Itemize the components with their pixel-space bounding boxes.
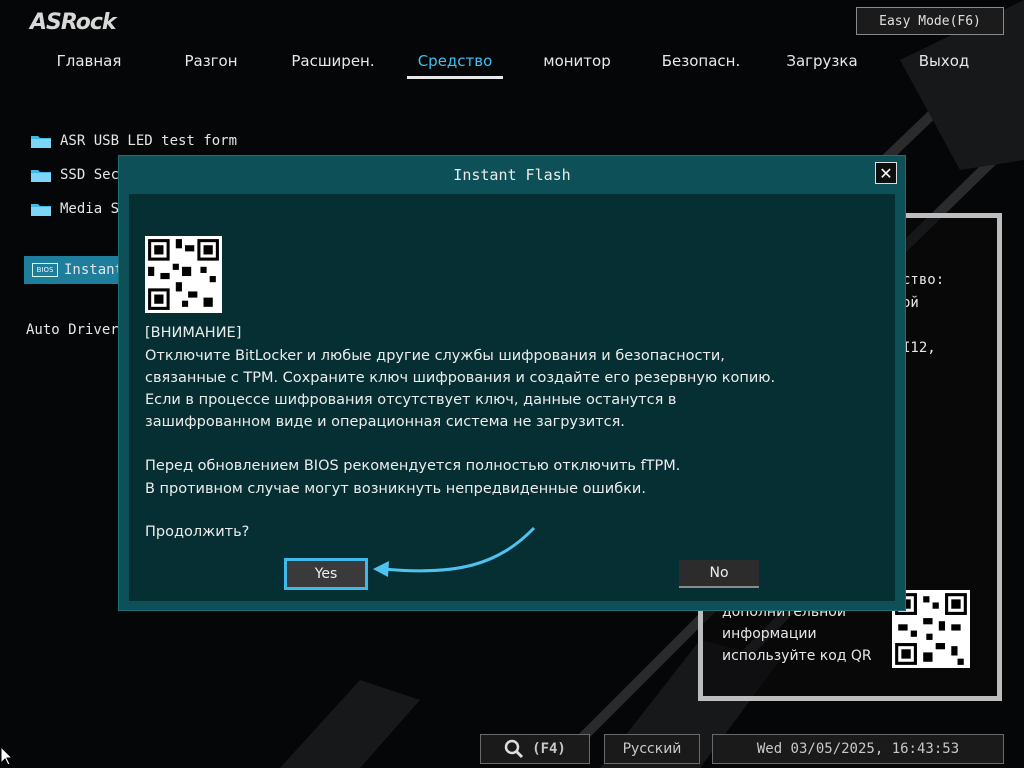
continue-question: Продолжить? [145,524,250,540]
ftpm-line: В противном случае могут возникнуть непр… [145,481,646,497]
menu-item-label: ASR USB LED test form [60,133,238,149]
folder-icon [31,136,51,148]
tab-security[interactable]: Безопасн. [662,52,741,70]
menu-item-media-sanitization[interactable]: Media S [30,197,119,221]
dialog-body: [ВНИМАНИЕ] Отключите BitLocker и любые д… [129,194,895,601]
menu-item-label: Instant [64,262,124,278]
warning-line: Отключите BitLocker и любые другие служб… [145,348,725,364]
bios-chip-icon: BIOS [32,263,58,277]
mouse-cursor-icon [0,746,12,766]
tab-main[interactable]: Главная [57,52,122,70]
folder-icon [31,170,51,182]
instant-flash-dialog: Instant Flash ✕ [ВНИМАНИЕ] Отключите Bit… [118,155,906,611]
search-shortcut: (F4) [532,741,566,757]
tab-hw-monitor[interactable]: монитор [543,52,611,70]
folder-icon [31,204,51,216]
warning-line: связанные с TPM. Сохраните ключ шифрован… [145,370,776,386]
active-tab-indicator [407,76,503,79]
menu-item-instant-flash[interactable]: BIOS Instant [24,256,124,284]
asrock-logo: ASRock [30,10,117,35]
tab-exit[interactable]: Выход [919,52,970,70]
main-tab-bar: Главная Разгон Расширен. Средство монито… [0,48,1024,82]
ftpm-line: Перед обновлением BIOS рекомендуется пол… [145,458,681,474]
language-selector[interactable]: Русский [604,734,700,764]
warning-heading: [ВНИМАНИЕ] [145,325,242,341]
datetime-display: Wed 03/05/2025, 16:43:53 [712,734,1004,764]
close-icon[interactable]: ✕ [875,162,897,184]
warning-line: Если в процессе шифрования отсутствует к… [145,392,677,408]
tab-advanced[interactable]: Расширен. [291,52,374,70]
pointer-arrow-icon [373,526,536,577]
no-button[interactable]: No [679,560,759,588]
menu-item-label: Media S [60,201,120,217]
qr-code-icon [145,236,222,313]
warning-line: зашифрованном виде и операционная систем… [145,414,625,430]
search-button[interactable]: (F4) [480,734,590,764]
easy-mode-button[interactable]: Easy Mode(F6) [856,7,1004,35]
dialog-title: Instant Flash [453,166,571,184]
menu-item-asr-usb-led[interactable]: ASR USB LED test form [30,129,237,153]
search-icon [504,739,524,759]
yes-button[interactable]: Yes [284,558,368,590]
tab-tool[interactable]: Средство [418,52,493,70]
menu-item-auto-driver[interactable]: Auto Driver [26,322,119,338]
tab-oc-tweaker[interactable]: Разгон [184,52,237,70]
description-text: ство: [902,272,945,288]
tab-boot[interactable]: Загрузка [786,52,857,70]
description-text: I12, [902,340,936,356]
